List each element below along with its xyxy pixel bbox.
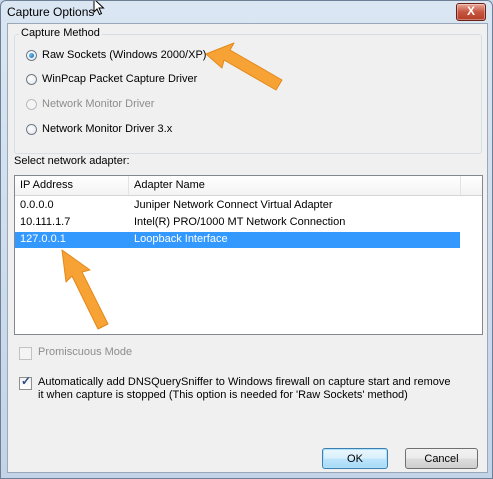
column-adapter-name[interactable]: Adapter Name bbox=[134, 179, 205, 191]
radio-raw-sockets[interactable]: Raw Sockets (Windows 2000/XP) bbox=[26, 47, 206, 63]
adapter-list-header: IP Address Adapter Name bbox=[15, 176, 482, 196]
radio-winpcap[interactable]: WinPcap Packet Capture Driver bbox=[26, 71, 197, 87]
promiscuous-mode-option: Promiscuous Mode bbox=[19, 346, 132, 360]
column-separator[interactable] bbox=[460, 176, 461, 195]
close-icon: X bbox=[466, 4, 475, 18]
radio-network-monitor: Network Monitor Driver bbox=[26, 96, 154, 112]
cancel-button[interactable]: Cancel bbox=[405, 448, 478, 469]
window-title: Capture Options bbox=[7, 5, 95, 19]
capture-method-label: Capture Method bbox=[19, 27, 102, 39]
radio-label: Network Monitor Driver bbox=[42, 98, 155, 110]
table-row[interactable]: 0.0.0.0 Juniper Network Connect Virtual … bbox=[15, 198, 460, 214]
column-ip-address[interactable]: IP Address bbox=[20, 179, 73, 191]
promiscuous-mode-label: Promiscuous Mode bbox=[38, 346, 133, 358]
annotation-arrow-icon bbox=[205, 42, 283, 91]
promiscuous-mode-checkbox bbox=[19, 347, 32, 360]
row-ip: 0.0.0.0 bbox=[20, 199, 54, 211]
ok-button[interactable]: OK bbox=[322, 448, 388, 469]
radio-button[interactable] bbox=[26, 123, 37, 135]
annotation-arrow-icon bbox=[61, 249, 109, 330]
radio-network-monitor-3x[interactable]: Network Monitor Driver 3.x bbox=[26, 121, 172, 137]
firewall-option[interactable]: Automatically add DNSQuerySniffer to Win… bbox=[19, 375, 459, 402]
column-separator[interactable] bbox=[128, 176, 129, 195]
radio-button[interactable] bbox=[26, 73, 37, 85]
row-adapter-name: Juniper Network Connect Virtual Adapter bbox=[134, 199, 333, 211]
firewall-label: Automatically add DNSQuerySniffer to Win… bbox=[38, 376, 451, 401]
row-adapter-name: Loopback Interface bbox=[134, 233, 228, 245]
close-button[interactable]: X bbox=[456, 3, 486, 21]
radio-button-disabled bbox=[26, 98, 37, 110]
radio-label: WinPcap Packet Capture Driver bbox=[42, 73, 198, 85]
adapter-section-label: Select network adapter: bbox=[14, 155, 130, 167]
mouse-cursor-icon bbox=[93, 1, 105, 16]
firewall-checkbox[interactable] bbox=[19, 375, 32, 390]
radio-label: Raw Sockets (Windows 2000/XP) bbox=[42, 49, 207, 61]
row-adapter-name: Intel(R) PRO/1000 MT Network Connection bbox=[134, 216, 346, 228]
row-ip: 10.111.1.7 bbox=[20, 216, 71, 228]
title-bar[interactable]: Capture Options X bbox=[1, 1, 492, 23]
radio-label: Network Monitor Driver 3.x bbox=[42, 123, 173, 135]
radio-button-checked[interactable] bbox=[26, 49, 37, 61]
table-row[interactable]: 10.111.1.7 Intel(R) PRO/1000 MT Network … bbox=[15, 215, 460, 231]
